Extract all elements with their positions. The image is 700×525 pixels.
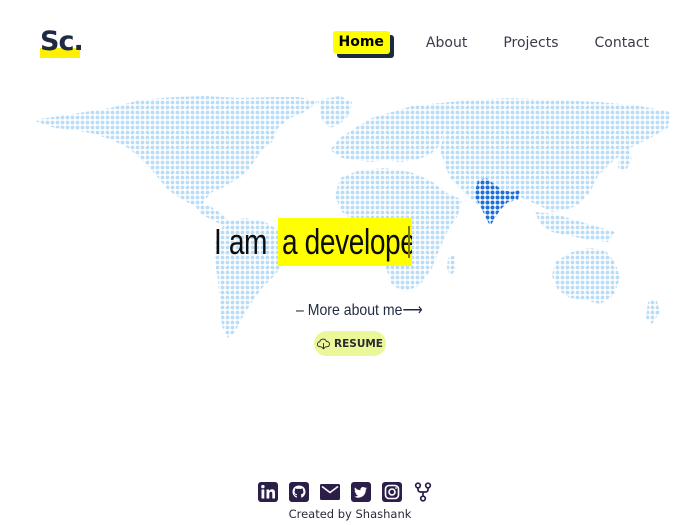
github-icon[interactable] xyxy=(288,481,309,502)
typed-word-highlight: a develope xyxy=(278,218,412,266)
resume-label: RESUME xyxy=(334,337,383,350)
north-america xyxy=(32,96,318,208)
typing-caret xyxy=(408,226,410,258)
world-dot-map xyxy=(32,96,670,338)
madagascar xyxy=(447,255,456,276)
resume-button[interactable]: RESUME xyxy=(314,331,386,356)
new-zealand xyxy=(646,298,660,324)
greenland xyxy=(318,96,352,128)
typed-word: a develope xyxy=(282,221,412,262)
australia xyxy=(552,248,620,304)
asia xyxy=(430,98,670,218)
linkedin-icon[interactable] xyxy=(257,481,278,502)
social-links xyxy=(257,481,443,502)
twitter-icon[interactable] xyxy=(350,481,371,502)
hero-prefix: I am xyxy=(214,221,268,262)
fork-icon[interactable] xyxy=(412,481,433,502)
instagram-icon[interactable] xyxy=(381,481,402,502)
southeast-asia xyxy=(535,212,615,242)
more-about-link[interactable]: – More about me⟶ xyxy=(296,300,423,320)
mail-icon[interactable] xyxy=(319,481,340,502)
footer-credit: Created by Shashank xyxy=(288,507,412,521)
hero-heading: I am a develope xyxy=(214,218,412,266)
cloud-download-icon xyxy=(317,338,330,349)
